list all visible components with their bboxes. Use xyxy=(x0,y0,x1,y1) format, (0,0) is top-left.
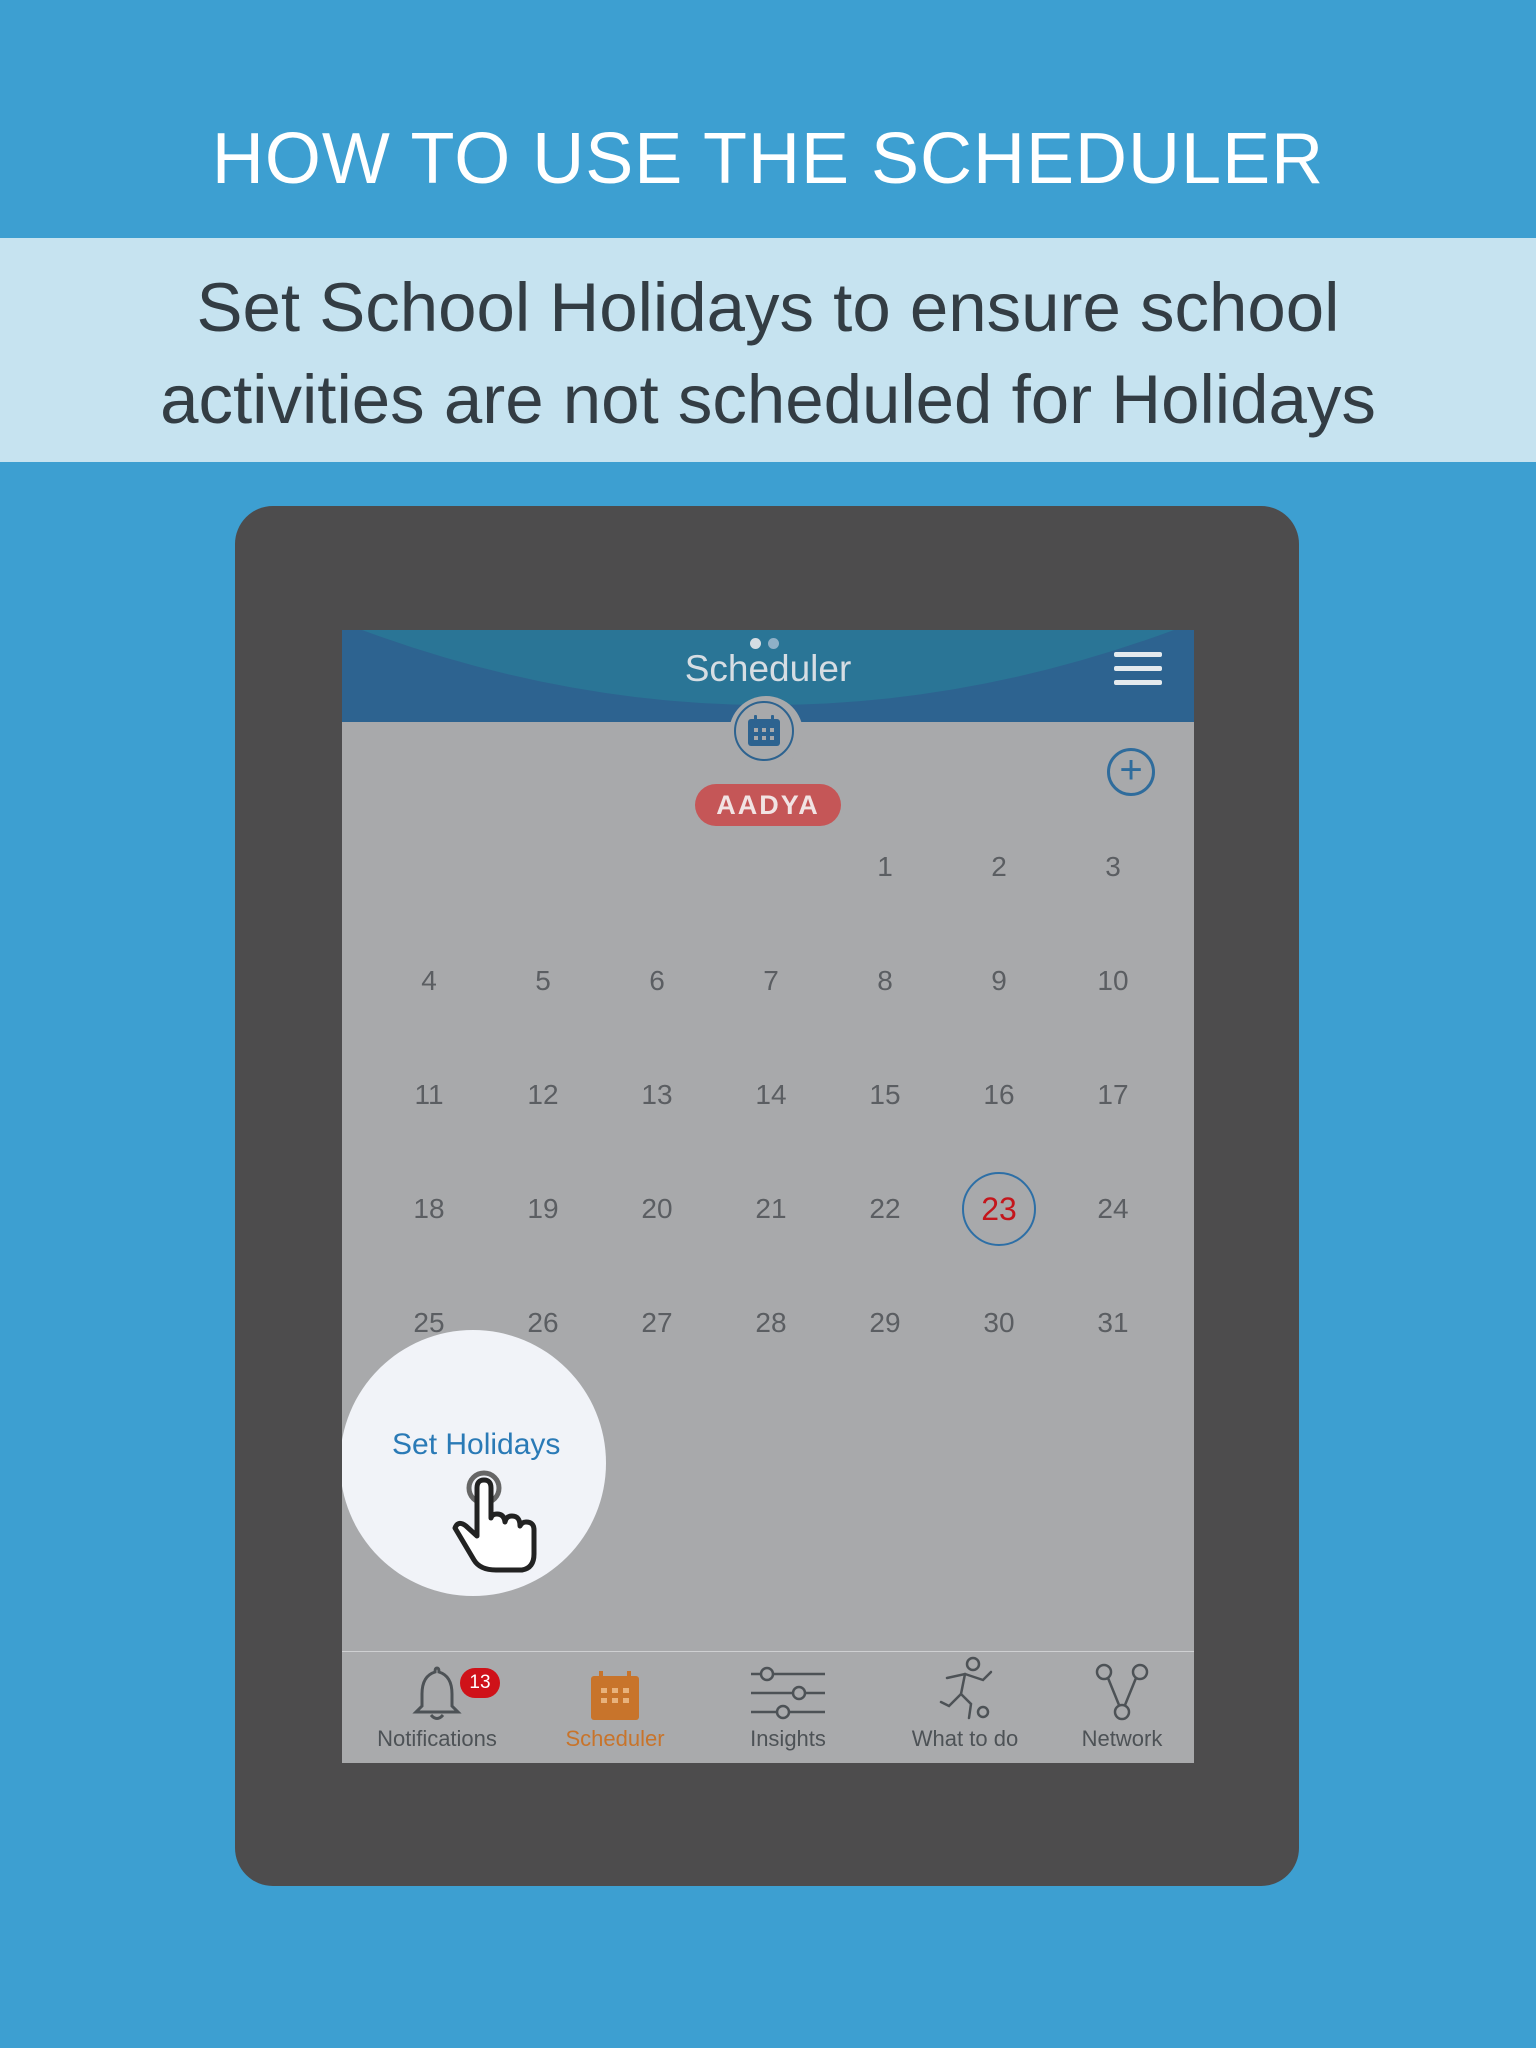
bell-icon xyxy=(412,1666,462,1720)
calendar-icon xyxy=(748,715,780,746)
calendar-day[interactable]: 3 xyxy=(1056,810,1170,924)
calendar-day[interactable]: 14 xyxy=(714,1038,828,1152)
calendar-day[interactable]: 1 xyxy=(828,810,942,924)
calendar-day[interactable]: 16 xyxy=(942,1038,1056,1152)
tab-label: What to do xyxy=(911,1726,1019,1751)
bottom-navigation: Notifications 13 Scheduler Insights What… xyxy=(342,1651,1194,1763)
calendar-day[interactable]: 13 xyxy=(600,1038,714,1152)
calendar-day[interactable]: 7 xyxy=(714,924,828,1038)
day-number: 28 xyxy=(755,1307,787,1338)
calendar-day[interactable]: 28 xyxy=(714,1266,828,1380)
day-number: 23 xyxy=(962,1172,1036,1246)
day-number: 22 xyxy=(869,1193,901,1224)
calendar-day[interactable]: 8 xyxy=(828,924,942,1038)
calendar-day[interactable]: 19 xyxy=(486,1152,600,1266)
calendar-day[interactable]: 29 xyxy=(828,1266,942,1380)
tab-insights[interactable]: Insights xyxy=(718,1652,858,1763)
calendar-day[interactable]: 12 xyxy=(486,1038,600,1152)
day-number: 4 xyxy=(421,965,437,996)
calendar-day[interactable]: 6 xyxy=(600,924,714,1038)
day-number: 17 xyxy=(1097,1079,1129,1110)
tab-what-to-do[interactable]: What to do xyxy=(890,1652,1040,1763)
calendar-day[interactable]: 15 xyxy=(828,1038,942,1152)
calendar-day[interactable]: 2 xyxy=(942,810,1056,924)
day-number: 1 xyxy=(877,851,893,882)
calendar-day[interactable]: 5 xyxy=(486,924,600,1038)
day-number: 7 xyxy=(763,965,779,996)
network-icon xyxy=(1095,1663,1149,1721)
calendar-day[interactable]: 10 xyxy=(1056,924,1170,1038)
calendar-empty-cell xyxy=(714,810,828,924)
day-number: 13 xyxy=(641,1079,673,1110)
day-number: 8 xyxy=(877,965,893,996)
soccer-player-icon xyxy=(939,1656,993,1720)
day-number: 30 xyxy=(983,1307,1015,1338)
calendar-day[interactable]: 20 xyxy=(600,1152,714,1266)
calendar-day[interactable]: 21 xyxy=(714,1152,828,1266)
calendar-day[interactable]: 31 xyxy=(1056,1266,1170,1380)
day-number: 21 xyxy=(755,1193,787,1224)
promo-subtitle: Set School Holidays to ensure school act… xyxy=(160,269,1376,438)
header-title: Scheduler xyxy=(684,648,852,689)
calendar-day[interactable]: 17 xyxy=(1056,1038,1170,1152)
day-number: 24 xyxy=(1097,1193,1129,1224)
day-number: 18 xyxy=(413,1193,445,1224)
calendar-empty-cell xyxy=(600,810,714,924)
tab-network[interactable]: Network xyxy=(1070,1652,1174,1763)
hamburger-menu-icon[interactable] xyxy=(1114,652,1162,692)
add-event-button[interactable]: + xyxy=(1107,748,1155,796)
day-number: 31 xyxy=(1097,1307,1129,1338)
notification-count-badge: 13 xyxy=(460,1668,500,1698)
tab-label: Notifications xyxy=(377,1726,497,1751)
calendar-day[interactable]: 30 xyxy=(942,1266,1056,1380)
tab-label: Network xyxy=(1081,1726,1163,1751)
day-number: 19 xyxy=(527,1193,559,1224)
day-number: 12 xyxy=(527,1079,559,1110)
tab-label: Scheduler xyxy=(565,1726,665,1751)
tab-scheduler[interactable]: Scheduler xyxy=(542,1652,688,1763)
day-number: 14 xyxy=(755,1079,787,1110)
app-screen: Scheduler AADYA + 1 2 3 4 5 6 7 8 9 10 11 12 13 14 15 1… xyxy=(342,630,1194,1763)
day-number: 10 xyxy=(1097,965,1129,996)
day-number: 11 xyxy=(414,1079,444,1110)
day-number: 16 xyxy=(983,1079,1015,1110)
day-number: 2 xyxy=(991,851,1007,882)
calendar-day[interactable]: 24 xyxy=(1056,1152,1170,1266)
calendar-day[interactable]: 11 xyxy=(372,1038,486,1152)
promo-title: HOW TO USE THE SCHEDULER xyxy=(211,119,1325,199)
day-number: 3 xyxy=(1105,851,1121,882)
tap-hand-icon xyxy=(452,1470,537,1573)
calendar-day-today[interactable]: 23 xyxy=(942,1152,1056,1266)
day-number: 15 xyxy=(869,1079,901,1110)
day-number: 26 xyxy=(527,1307,559,1338)
calendar-day[interactable]: 9 xyxy=(942,924,1056,1038)
calendar-empty-cell xyxy=(486,810,600,924)
tab-label: Insights xyxy=(750,1726,826,1751)
calendar-grid: 1 2 3 4 5 6 7 8 9 10 11 12 13 14 15 16 17 18 19 20 21 22 23 24 2… xyxy=(372,810,1172,1380)
calendar-badge xyxy=(729,696,803,770)
day-number: 27 xyxy=(641,1307,673,1338)
calendar-icon xyxy=(591,1671,639,1720)
day-number: 9 xyxy=(991,965,1007,996)
calendar-day[interactable]: 18 xyxy=(372,1152,486,1266)
calendar-empty-cell xyxy=(372,810,486,924)
set-holidays-button[interactable]: Set Holidays xyxy=(392,1428,560,1462)
sliders-icon xyxy=(751,1666,825,1720)
tab-notifications[interactable]: Notifications 13 xyxy=(362,1652,512,1763)
day-number: 29 xyxy=(869,1307,901,1338)
day-number: 6 xyxy=(649,965,665,996)
day-number: 5 xyxy=(535,965,551,996)
calendar-day[interactable]: 4 xyxy=(372,924,486,1038)
calendar-day[interactable]: 22 xyxy=(828,1152,942,1266)
calendar-day[interactable]: 27 xyxy=(600,1266,714,1380)
day-number: 20 xyxy=(641,1193,673,1224)
